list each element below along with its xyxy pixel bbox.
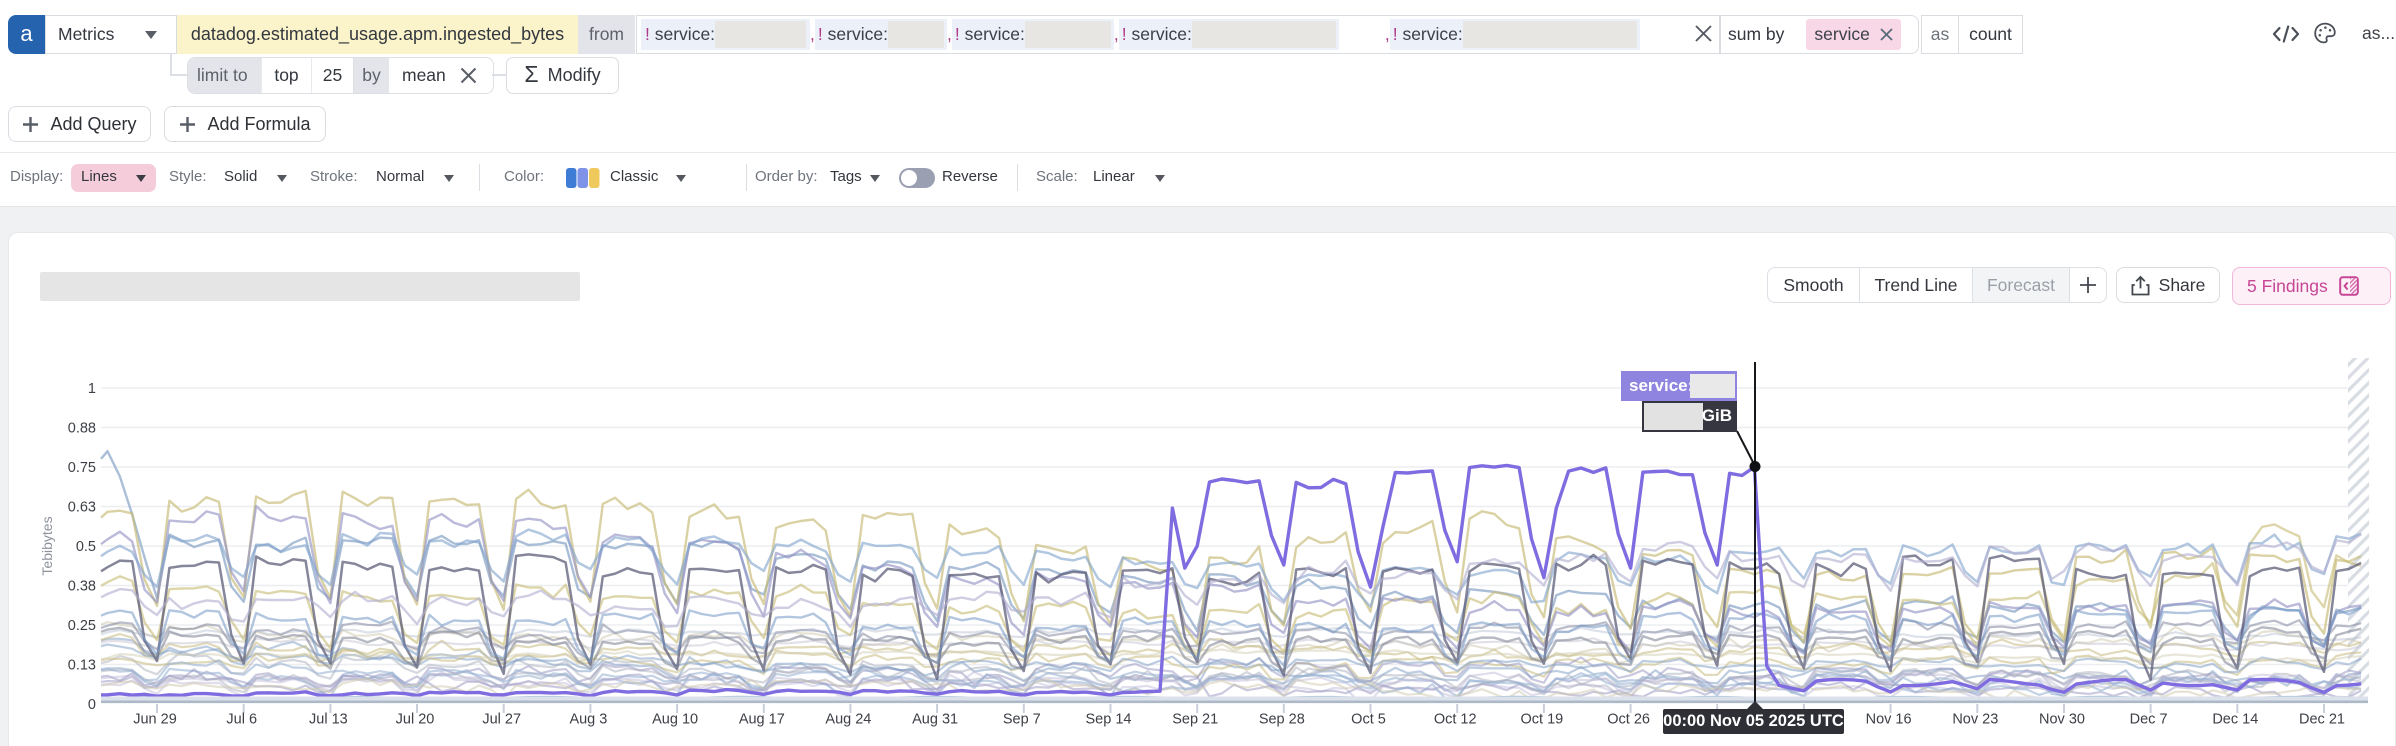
svg-text:Oct 26: Oct 26 [1607, 712, 1650, 728]
svg-text:Nov 30: Nov 30 [2039, 712, 2085, 728]
svg-text:Jul 13: Jul 13 [309, 712, 348, 728]
svg-text:Oct 5: Oct 5 [1351, 712, 1386, 728]
svg-text:0.63: 0.63 [68, 500, 96, 516]
svg-text:0.88: 0.88 [68, 421, 96, 437]
svg-text:0.75: 0.75 [68, 460, 96, 476]
svg-text:Aug 31: Aug 31 [912, 712, 958, 728]
svg-text:0: 0 [88, 697, 96, 713]
svg-text:Dec 7: Dec 7 [2130, 712, 2168, 728]
svg-text:Sep 7: Sep 7 [1003, 712, 1041, 728]
svg-text:Oct 12: Oct 12 [1434, 712, 1477, 728]
svg-text:Aug 10: Aug 10 [652, 712, 698, 728]
svg-text:Aug 3: Aug 3 [569, 712, 607, 728]
svg-text:Jul 20: Jul 20 [396, 712, 435, 728]
svg-text:Jul 6: Jul 6 [226, 712, 257, 728]
svg-text:Sep 14: Sep 14 [1086, 712, 1132, 728]
svg-text:Jul 27: Jul 27 [482, 712, 521, 728]
svg-text:Jun 29: Jun 29 [133, 712, 177, 728]
svg-text:Oct 19: Oct 19 [1521, 712, 1564, 728]
svg-text:0.38: 0.38 [68, 579, 96, 595]
svg-text:Tebibytes: Tebibytes [39, 516, 55, 575]
svg-text:Dec 14: Dec 14 [2212, 712, 2258, 728]
svg-text:0.25: 0.25 [68, 618, 96, 634]
svg-text:Nov 16: Nov 16 [1866, 712, 1912, 728]
svg-text:Dec 21: Dec 21 [2299, 712, 2345, 728]
svg-text:Nov 23: Nov 23 [1952, 712, 1998, 728]
svg-text:1: 1 [88, 381, 96, 397]
svg-text:0.5: 0.5 [76, 539, 96, 555]
svg-text:Sep 21: Sep 21 [1172, 712, 1218, 728]
svg-text:0.13: 0.13 [68, 658, 96, 674]
svg-text:Aug 17: Aug 17 [739, 712, 785, 728]
svg-text:Sep 28: Sep 28 [1259, 712, 1305, 728]
svg-text:Aug 24: Aug 24 [825, 712, 871, 728]
